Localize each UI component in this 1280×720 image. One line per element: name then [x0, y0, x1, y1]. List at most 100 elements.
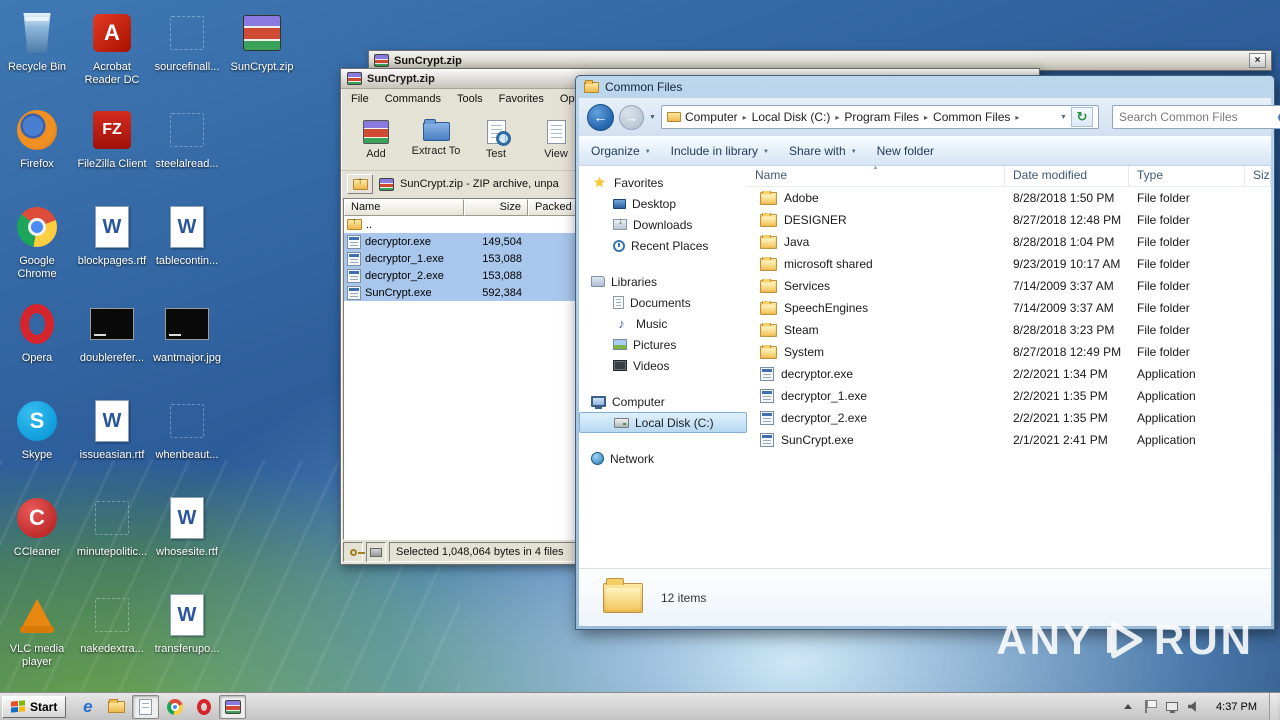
chevron-right-icon[interactable] [1010, 113, 1024, 122]
q-winrar-icon[interactable] [219, 694, 247, 719]
sidebar-item[interactable]: Computer [579, 391, 747, 412]
file-row[interactable]: decryptor_2.exe 2/2/2021 1:35 PM Applica… [747, 407, 1271, 429]
sidebar-item[interactable]: Documents [579, 292, 747, 313]
forward-button[interactable] [619, 104, 644, 130]
sidebar-item[interactable]: Pictures [579, 334, 747, 355]
breadcrumb-segment[interactable]: Computer [685, 110, 752, 124]
back-button[interactable] [587, 103, 614, 131]
up-one-level-button[interactable] [347, 174, 373, 194]
breadcrumb-segment[interactable]: Program Files [844, 110, 933, 124]
sidebar-item[interactable]: Music [579, 313, 747, 334]
menu-item[interactable]: Commands [377, 90, 449, 108]
thumb-icon[interactable]: wantmajor.jpg [151, 299, 223, 365]
show-desktop-button[interactable] [1269, 692, 1278, 720]
word-icon[interactable]: tablecontin... [151, 202, 223, 268]
vlc-icon[interactable]: VLC media player [1, 590, 73, 669]
chrome-icon[interactable]: Google Chrome [1, 202, 73, 281]
firefox-icon[interactable]: Firefox [1, 105, 73, 171]
column-header[interactable]: Name [344, 199, 464, 216]
tray-up-icon[interactable] [1118, 697, 1138, 717]
sidebar-item[interactable]: Downloads [579, 214, 747, 235]
column-header[interactable]: Size [464, 199, 528, 216]
tray-net-icon[interactable] [1162, 697, 1182, 717]
file-row[interactable]: SunCrypt.exe 2/1/2021 2:41 PM Applicatio… [747, 429, 1271, 451]
file-row[interactable]: decryptor.exe 2/2/2021 1:34 PM Applicati… [747, 363, 1271, 385]
desktop-icon-image [243, 15, 281, 51]
explorer-title-bar[interactable]: Common Files [576, 76, 1274, 98]
winrar-icon[interactable]: SunCrypt.zip [226, 8, 298, 74]
start-button[interactable]: Start [2, 695, 67, 718]
column-header[interactable]: Name [747, 166, 1005, 186]
search-input[interactable] [1118, 110, 1274, 124]
thumb-icon[interactable]: doublerefer... [76, 299, 148, 365]
toolbar-button[interactable]: Test [467, 111, 525, 169]
breadcrumb-segment[interactable]: Local Disk (C:) [752, 110, 845, 124]
column-header[interactable]: Type [1129, 166, 1245, 186]
column-header[interactable]: Size [1245, 166, 1271, 186]
ghost-icon[interactable]: whenbeaut... [151, 396, 223, 462]
word-icon[interactable]: blockpages.rtf [76, 202, 148, 268]
q-page-icon[interactable] [132, 694, 160, 719]
q-chrome-icon[interactable] [161, 695, 188, 719]
file-row[interactable]: System 8/27/2018 12:49 PM File folder [747, 341, 1271, 363]
word-icon[interactable]: transferupo... [151, 590, 223, 656]
search-box[interactable] [1111, 105, 1280, 129]
command-bar-item[interactable]: Share with [789, 144, 857, 158]
sidebar-item[interactable]: Desktop [579, 193, 747, 214]
chevron-right-icon[interactable] [830, 113, 844, 122]
key-icon[interactable] [343, 542, 365, 562]
menu-item[interactable]: Favorites [491, 90, 552, 108]
archive-path-text[interactable]: SunCrypt.zip - ZIP archive, unpa [400, 178, 559, 190]
file-row[interactable]: SpeechEngines 7/14/2009 3:37 AM File fol… [747, 297, 1271, 319]
sidebar-item[interactable]: Fav​orites [579, 172, 747, 193]
desktop-icon-label: Opera [21, 352, 53, 364]
taskbar-clock[interactable]: 4:37 PM [1206, 701, 1267, 713]
q-folder-icon[interactable] [103, 695, 130, 719]
ghost-icon[interactable]: steelalread... [151, 105, 223, 171]
file-row[interactable]: Java 8/28/2018 1:04 PM File folder [747, 231, 1271, 253]
file-row[interactable]: Services 7/14/2009 3:37 AM File folder [747, 275, 1271, 297]
file-row[interactable]: DESIGNER 8/27/2018 12:48 PM File folder [747, 209, 1271, 231]
ghost-icon[interactable]: minutepolitic... [76, 493, 148, 559]
command-bar-item[interactable]: Include in library [671, 144, 769, 158]
toolbar-button[interactable]: Extract To [407, 111, 465, 169]
chevron-right-icon[interactable] [919, 113, 933, 122]
file-row[interactable]: Steam 8/28/2018 3:23 PM File folder [747, 319, 1271, 341]
tray-vol-icon[interactable] [1184, 697, 1204, 717]
sidebar-item[interactable]: Local Disk (C:) [579, 412, 747, 433]
address-dropdown-icon[interactable] [1056, 114, 1071, 121]
acrobat-icon[interactable]: Acrobat Reader DC [76, 8, 148, 87]
skype-icon[interactable]: Skype [1, 396, 73, 462]
refresh-button[interactable] [1070, 107, 1093, 127]
file-row[interactable]: microsoft shared 9/23/2019 10:17 AM File… [747, 253, 1271, 275]
disk-icon[interactable] [366, 542, 386, 562]
word-icon[interactable]: issueasian.rtf [76, 396, 148, 462]
command-bar-item[interactable]: New folder [877, 144, 934, 158]
q-ie-icon[interactable] [74, 695, 101, 719]
column-header[interactable]: Date modified [1005, 166, 1129, 186]
close-button[interactable] [1249, 53, 1266, 68]
q-opera-icon[interactable] [190, 695, 217, 719]
sidebar-item[interactable]: Recent Places [579, 235, 747, 256]
menu-item[interactable]: Tools [449, 90, 491, 108]
file-row[interactable]: decryptor_1.exe 2/2/2021 1:35 PM Applica… [747, 385, 1271, 407]
ghost-icon[interactable]: nakedextra... [76, 590, 148, 656]
word-icon[interactable]: whosesite.rtf [151, 493, 223, 559]
filezilla-icon[interactable]: FileZilla Client [76, 105, 148, 171]
breadcrumb-segment[interactable]: Common Files [933, 110, 1024, 124]
sidebar-item[interactable]: Libraries [579, 271, 747, 292]
tray-flag-icon[interactable] [1140, 697, 1160, 717]
sidebar-item[interactable]: Network [579, 448, 747, 469]
ghost-icon[interactable]: sourcefinall... [151, 8, 223, 74]
chevron-right-icon[interactable] [738, 113, 752, 122]
toolbar-button[interactable]: Add [347, 111, 405, 169]
sidebar-item[interactable]: Videos [579, 355, 747, 376]
address-bar[interactable]: Computer Local Disk (C:) Program Files C… [660, 105, 1099, 129]
menu-item[interactable]: File [343, 90, 377, 108]
opera-icon[interactable]: Opera [1, 299, 73, 365]
ccleaner-icon[interactable]: CCleaner [1, 493, 73, 559]
command-bar-item[interactable]: Organize [591, 144, 651, 158]
file-row[interactable]: Adobe 8/28/2018 1:50 PM File folder [747, 187, 1271, 209]
history-chevron-icon[interactable] [649, 114, 656, 121]
recycle-bin-icon[interactable]: Recycle Bin [1, 8, 73, 74]
